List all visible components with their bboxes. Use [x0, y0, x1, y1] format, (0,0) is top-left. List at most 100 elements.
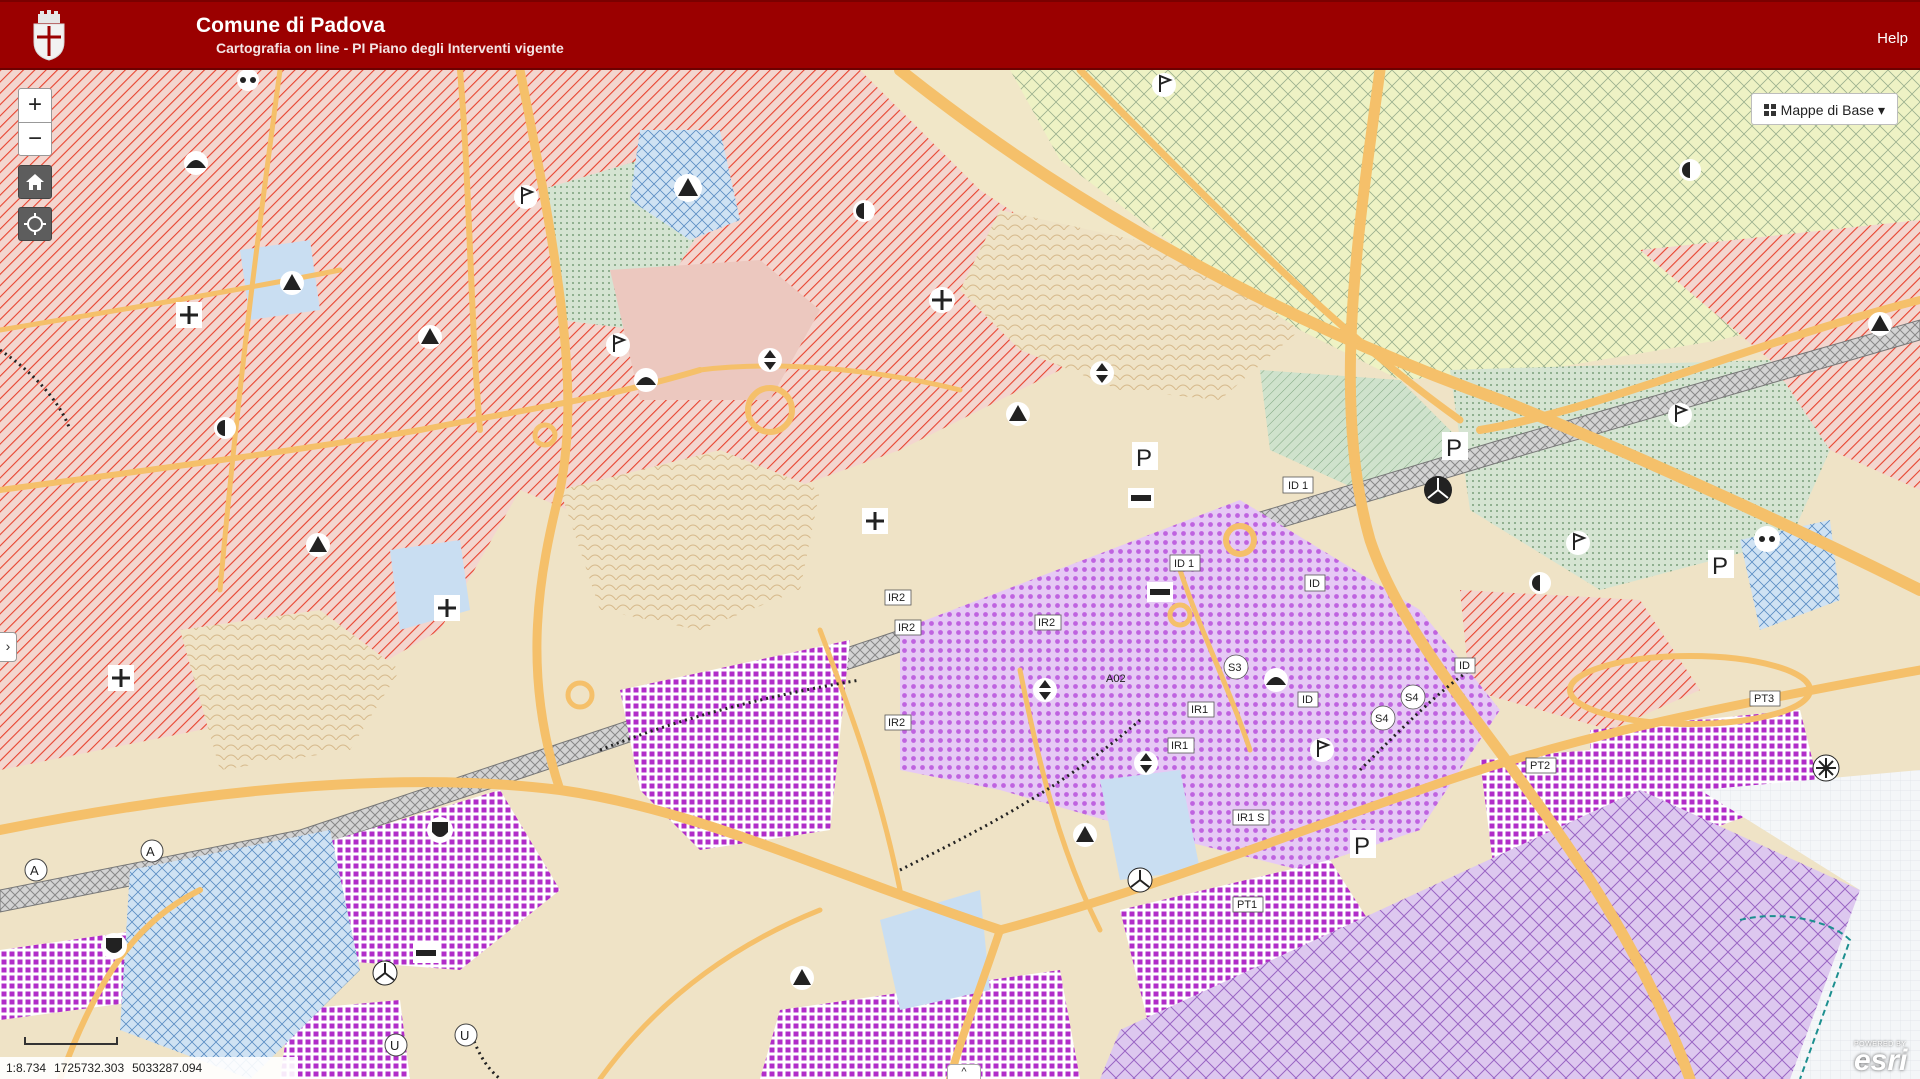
svg-text:ID 1: ID 1 [1288, 480, 1308, 492]
zone-label: S4 [1370, 705, 1396, 731]
svg-text:ID: ID [1302, 694, 1313, 706]
zone-label: ID 1 [1282, 476, 1314, 494]
half-circle-icon [1529, 572, 1551, 594]
flag-icon [1310, 738, 1334, 762]
flag-icon [1566, 531, 1590, 555]
svg-text:IR2: IR2 [898, 622, 915, 634]
scale-bar [24, 1037, 118, 1045]
parking-icon: P [1442, 432, 1468, 462]
flag-icon [1152, 73, 1176, 97]
bottom-panel-toggle[interactable]: ^ [947, 1064, 981, 1079]
triangle-icon [674, 174, 702, 202]
svg-text:S4: S4 [1405, 692, 1418, 704]
svg-text:S3: S3 [1228, 662, 1241, 674]
svg-text:A02: A02 [1106, 673, 1126, 685]
zone-label: PT2 [1525, 757, 1557, 774]
asterisk-icon [1812, 754, 1840, 782]
zone-label: S4 [1400, 684, 1426, 710]
zone-label: S3 [1223, 654, 1249, 680]
parking-icon: P [1132, 442, 1158, 472]
double-arrow-icon [1033, 678, 1057, 702]
flag-icon [1668, 403, 1692, 427]
zone-label: IR2 [894, 619, 922, 636]
zoom-control: + − [18, 88, 52, 156]
zone-label: IR2 [1034, 614, 1062, 631]
scale-readout: 1:8.734 [6, 1061, 47, 1075]
svg-text:A: A [30, 863, 39, 878]
svg-text:PT1: PT1 [1237, 899, 1257, 911]
cross-icon [108, 665, 134, 691]
parking-icon: P [1708, 550, 1734, 580]
home-button[interactable] [18, 165, 52, 199]
caret-down-icon: ▾ [1877, 102, 1885, 118]
home-icon [26, 174, 44, 190]
esri-logo: esri [1854, 1044, 1908, 1077]
cross-icon [862, 508, 888, 534]
mercedes-icon [1424, 476, 1452, 504]
zoom-out-button[interactable]: − [19, 123, 51, 156]
triangle-icon [1868, 312, 1892, 336]
left-panel-toggle[interactable]: › [0, 632, 17, 662]
zone-label: ID [1304, 574, 1326, 592]
basemap-label: Mappe di Base [1780, 102, 1875, 118]
city-crest-icon [33, 10, 65, 61]
svg-text:U: U [390, 1038, 399, 1053]
zone-label: PT3 [1749, 690, 1781, 707]
cross-icon [434, 595, 460, 621]
svg-text:P: P [1354, 833, 1370, 860]
svg-text:PT2: PT2 [1530, 760, 1550, 772]
bus-stop-icon [1128, 488, 1154, 508]
mercedes-icon [1127, 867, 1153, 893]
two-dots-icon [237, 70, 259, 91]
help-link[interactable]: Help [1877, 30, 1908, 47]
dome-icon [634, 368, 658, 392]
app-header: Comune di Padova Cartografia on line - P… [0, 0, 1920, 70]
half-circle-icon [214, 417, 236, 439]
parking-icon: P [1350, 830, 1376, 860]
triangle-icon [1073, 823, 1097, 847]
dome-icon [184, 151, 208, 175]
half-circle-icon [853, 200, 875, 222]
double-arrow-icon [758, 348, 782, 372]
flag-icon [514, 185, 538, 209]
zone-label: ID [1454, 657, 1476, 674]
mercedes-icon [372, 960, 398, 986]
double-arrow-icon [1090, 361, 1114, 385]
svg-text:ID: ID [1309, 578, 1320, 590]
triangle-icon [790, 966, 814, 990]
svg-text:IR1: IR1 [1191, 704, 1208, 716]
svg-text:IR2: IR2 [1038, 617, 1055, 629]
map-svg[interactable]: ID 1 ID 1 ID IR2 IR2 IR2 IR2 IR1 IR1 IR1… [0, 70, 1920, 1079]
flag-icon [606, 333, 630, 357]
locate-icon [24, 213, 46, 235]
zone-label: IR1 [1187, 701, 1215, 718]
triangle-icon [280, 271, 304, 295]
svg-text:P: P [1712, 553, 1728, 580]
triangle-icon [418, 325, 442, 349]
two-dots-icon [1754, 526, 1780, 552]
y-coordinate: 5033287.094 [132, 1061, 203, 1075]
zone-label: IR1 S [1232, 809, 1270, 826]
letter-a-icon: A [140, 839, 164, 863]
svg-text:ID 1: ID 1 [1174, 558, 1194, 570]
svg-text:U: U [460, 1028, 469, 1043]
svg-text:P: P [1446, 435, 1462, 462]
triangle-icon [1006, 402, 1030, 426]
page-subtitle: Cartografia on line - PI Piano degli Int… [216, 40, 564, 56]
half-circle-icon [1679, 159, 1701, 181]
letter-a-icon: A [24, 858, 48, 882]
letter-u-icon: U [384, 1033, 408, 1057]
basemap-dropdown[interactable]: Mappe di Base ▾ [1750, 93, 1898, 125]
zoom-in-button[interactable]: + [19, 89, 51, 123]
zone-label: ID 1 [1169, 554, 1201, 572]
cross-icon [176, 302, 202, 328]
svg-text:P: P [1136, 445, 1152, 472]
locate-button[interactable] [18, 207, 52, 241]
coordinates-bar: 1:8.734 1725732.303 5033287.094 [0, 1057, 298, 1079]
bus-stop-icon [413, 943, 439, 963]
svg-text:ID: ID [1459, 660, 1470, 672]
x-coordinate: 1725732.303 [54, 1061, 125, 1075]
zone-label: IR2 [884, 714, 912, 731]
map-canvas[interactable]: ID 1 ID 1 ID IR2 IR2 IR2 IR2 IR1 IR1 IR1… [0, 70, 1920, 1079]
double-arrow-icon [1134, 751, 1158, 775]
